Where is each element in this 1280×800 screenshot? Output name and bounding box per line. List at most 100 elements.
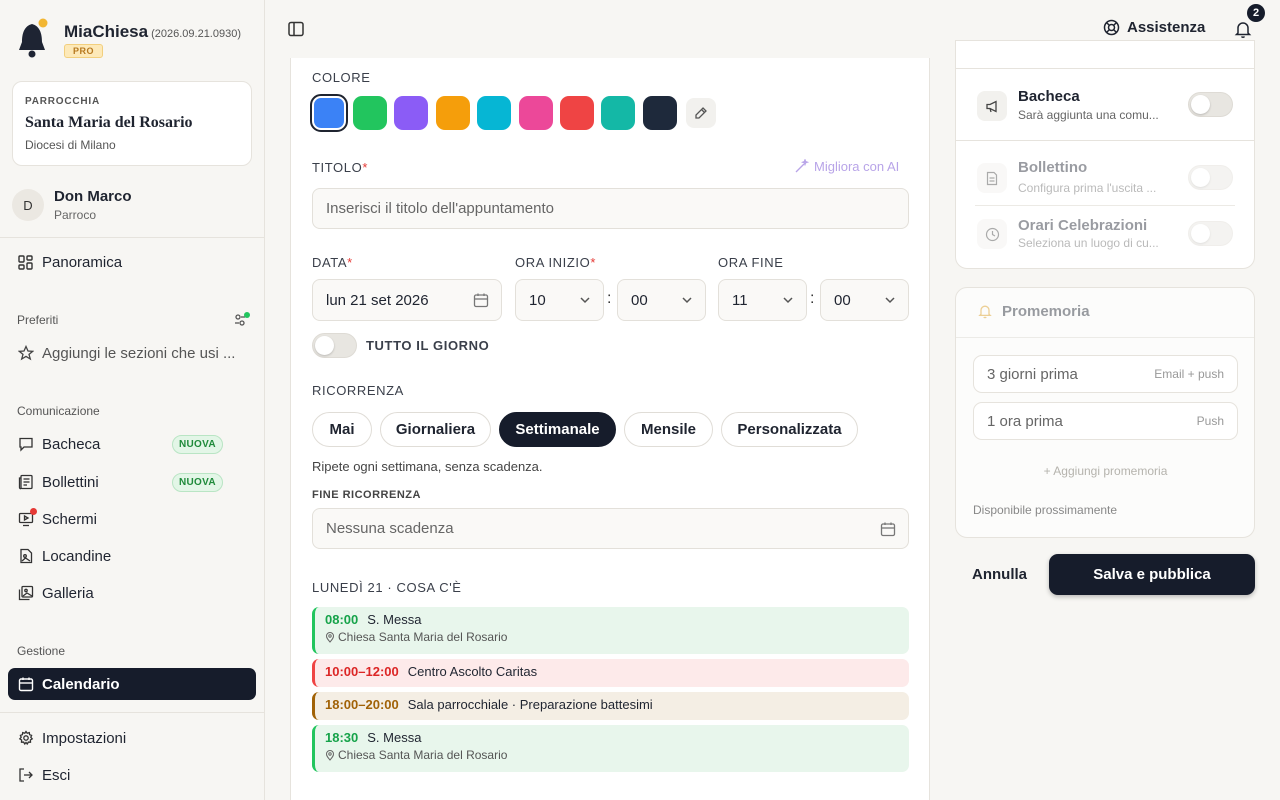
improve-with-ai-link[interactable]: Migliora con AI [794, 159, 899, 174]
coming-soon-note: Disponibile prossimamente [973, 503, 1118, 517]
document-icon [977, 163, 1007, 193]
calendar-icon [17, 676, 34, 693]
sidebar-item-label: Impostazioni [42, 729, 127, 747]
color-swatch-teal[interactable] [601, 96, 635, 130]
color-swatch-green[interactable] [353, 96, 387, 130]
poster-icon [17, 548, 34, 565]
calendar-icon [473, 293, 489, 308]
event-item[interactable]: 18:30 S. Messa Chiesa Santa Maria del Ros… [312, 725, 909, 772]
reminder-item: 1 ora prima Push [973, 402, 1238, 440]
start-hour-select[interactable]: 10 [515, 279, 604, 321]
divider [0, 237, 264, 238]
reminders-title: Promemoria [1002, 303, 1090, 320]
sidebar-item-label: Bollettini [42, 473, 99, 491]
add-reminder-button: + Aggiungi promemoria [1043, 464, 1168, 478]
orari-subtitle: Seleziona un luogo di cu... [1018, 236, 1159, 250]
color-swatch-orange[interactable] [436, 96, 470, 130]
sidebar: MiaChiesa (2026.09.21.0930) PRO PARROCCHI… [0, 0, 265, 800]
favorites-settings-icon[interactable] [233, 311, 251, 329]
user-profile[interactable]: D Don Marco Parroco [12, 188, 132, 222]
sidebar-item-galleria[interactable]: Galleria [8, 577, 256, 609]
event-item[interactable]: 10:00–12:00 Centro Ascolto Caritas [312, 659, 909, 687]
bacheca-subtitle: Sarà aggiunta una comu... [1018, 108, 1159, 122]
orari-title: Orari Celebrazioni [1018, 217, 1148, 234]
assistance-button[interactable]: Assistenza [1103, 19, 1205, 36]
sidebar-item-bacheca[interactable]: Bacheca NUOVA [8, 428, 256, 460]
color-swatch-red[interactable] [560, 96, 594, 130]
recurrence-label: RICORRENZA [312, 383, 404, 398]
user-name: Don Marco [54, 188, 132, 205]
event-item[interactable]: 08:00 S. Messa Chiesa Santa Maria del Ros… [312, 607, 909, 654]
color-swatch-navy[interactable] [643, 96, 677, 130]
comm-section-label: Comunicazione [17, 404, 100, 418]
recurrence-end-input[interactable]: Nessuna scadenza [312, 508, 909, 549]
recurrence-option-settimanale[interactable]: Settimanale [499, 412, 616, 447]
bollettino-toggle[interactable] [1188, 165, 1233, 190]
sidebar-item-overview[interactable]: Panoramica [8, 246, 256, 278]
reminder-item: 3 giorni prima Email + push [973, 355, 1238, 393]
title-input[interactable]: Inserisci il titolo dell'appuntamento [312, 188, 909, 229]
save-and-publish-button[interactable]: Salva e pubblica [1049, 554, 1255, 595]
bacheca-toggle[interactable] [1188, 92, 1233, 117]
app-name: MiaChiesa [64, 22, 149, 41]
location-pin-icon [325, 749, 335, 761]
gear-icon [17, 730, 34, 747]
sidebar-item-label: Esci [42, 766, 71, 784]
sidebar-item-locandine[interactable]: Locandine [8, 540, 256, 572]
recurrence-end-label: FINE RICORRENZA [312, 489, 421, 501]
star-icon [17, 345, 34, 362]
assistance-label: Assistenza [1127, 19, 1206, 36]
color-label: COLORE [312, 70, 371, 85]
recurrence-option-mensile[interactable]: Mensile [624, 412, 713, 447]
event-item[interactable]: 18:00–20:00 Sala parrocchiale · Preparazi… [312, 692, 909, 720]
chevron-down-icon [580, 297, 590, 304]
start-time-label: ORA INIZIO* [515, 255, 597, 270]
bacheca-title: Bacheca [1018, 88, 1080, 105]
end-time-label: ORA FINE [718, 255, 784, 270]
color-swatch-blue[interactable] [310, 94, 348, 132]
color-swatch-pink[interactable] [519, 96, 553, 130]
parish-label: PARROCCHIA [25, 96, 101, 107]
cancel-button[interactable]: Annulla [972, 566, 1027, 583]
new-badge: NUOVA [172, 434, 223, 454]
start-minute-select[interactable]: 00 [617, 279, 706, 321]
sidebar-item-schermi[interactable]: Schermi [8, 503, 256, 535]
color-picker-icon[interactable] [686, 98, 716, 128]
color-swatch-purple[interactable] [394, 96, 428, 130]
diocese-name: Diocesi di Milano [25, 138, 116, 152]
bell-icon[interactable] [1233, 19, 1253, 39]
parish-card[interactable]: PARROCCHIA Santa Maria del Rosario Dioce… [12, 81, 252, 166]
all-day-toggle[interactable] [312, 333, 357, 358]
recurrence-option-personalizzata[interactable]: Personalizzata [721, 412, 858, 447]
sidebar-item-calendario[interactable]: Calendario [8, 668, 256, 700]
avatar: D [12, 189, 44, 221]
end-hour-select[interactable]: 11 [718, 279, 807, 321]
brand: MiaChiesa (2026.09.21.0930) PRO [16, 18, 241, 60]
grid-icon [17, 254, 34, 271]
recurrence-option-mai[interactable]: Mai [312, 412, 372, 447]
mgmt-section-label: Gestione [17, 644, 66, 658]
end-minute-select[interactable]: 00 [820, 279, 909, 321]
gallery-icon [17, 585, 34, 602]
title-label: TITOLO* [312, 160, 368, 175]
sidebar-item-bollettini[interactable]: Bollettini NUOVA [8, 466, 256, 498]
parish-name: Santa Maria del Rosario [25, 114, 193, 131]
new-badge: NUOVA [172, 472, 223, 492]
chevron-down-icon [885, 297, 895, 304]
all-day-label: TUTTO IL GIORNO [366, 338, 490, 353]
sidebar-item-label: Locandine [42, 547, 112, 565]
sidebar-item-label: Galleria [42, 584, 94, 602]
message-icon [17, 436, 34, 453]
recurrence-option-giornaliera[interactable]: Giornaliera [380, 412, 491, 447]
divider [0, 712, 264, 713]
sidebar-item-label: Schermi [42, 510, 98, 528]
orari-toggle[interactable] [1188, 221, 1233, 246]
sidebar-toggle-icon[interactable] [287, 20, 305, 38]
sidebar-item-impostazioni[interactable]: Impostazioni [8, 722, 256, 754]
megaphone-icon [977, 91, 1007, 121]
sidebar-item-esci[interactable]: Esci [8, 759, 256, 791]
plan-badge: PRO [64, 44, 104, 58]
sidebar-item-add-favorites[interactable]: Aggiungi le sezioni che usi ... [8, 337, 256, 369]
color-swatch-cyan[interactable] [477, 96, 511, 130]
date-input[interactable]: lun 21 set 2026 [312, 279, 502, 321]
